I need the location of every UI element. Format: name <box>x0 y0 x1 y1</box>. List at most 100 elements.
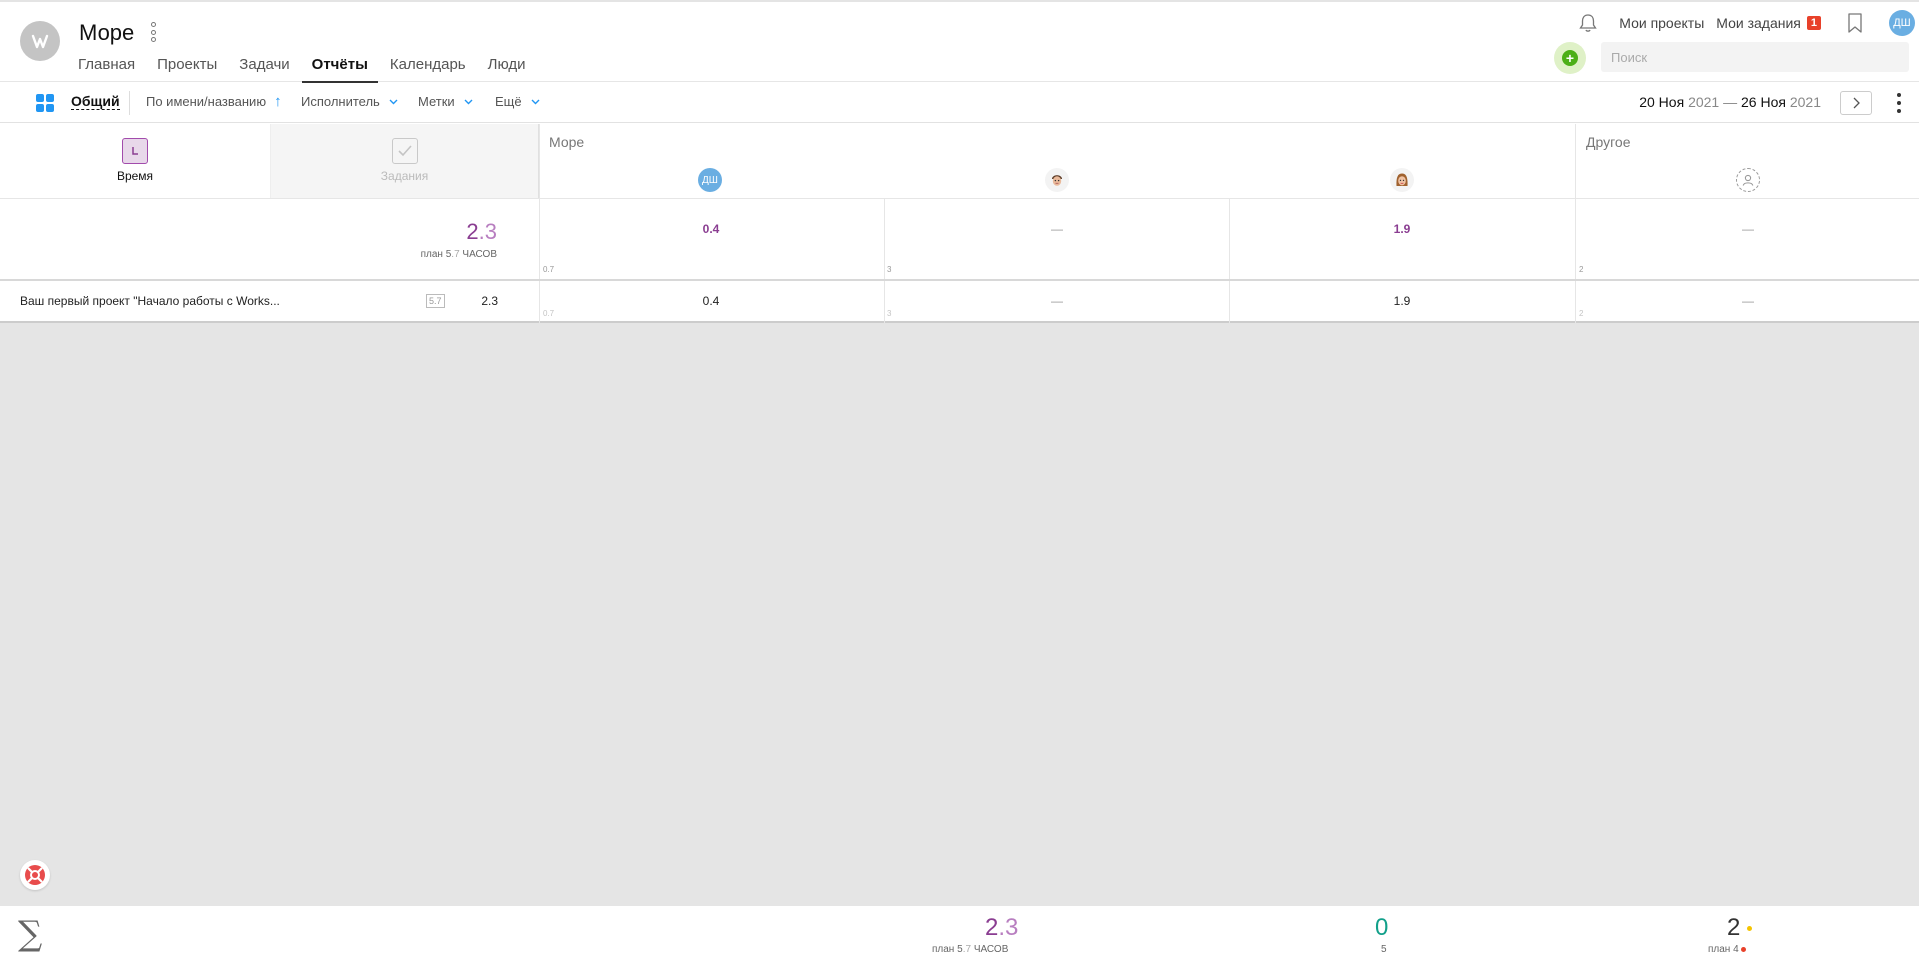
user-outline-icon <box>1742 174 1754 186</box>
toolbar-divider <box>129 91 130 115</box>
chevron-right-icon <box>1853 97 1860 109</box>
report-table: Время Задания Море Другое ДШ 2.3 план 5.… <box>0 124 1919 323</box>
nav-home[interactable]: Главная <box>68 54 145 83</box>
column-divider <box>1229 198 1230 323</box>
lifebuoy-icon <box>25 865 45 885</box>
project-total: 2.3 <box>481 294 498 308</box>
summary-cell-plan: 3 <box>887 265 892 274</box>
row-cell-value[interactable]: — <box>1718 294 1778 308</box>
more-options-icon[interactable] <box>1897 93 1901 113</box>
nav-people[interactable]: Люди <box>478 54 536 83</box>
date-separator: — <box>1723 94 1738 110</box>
summary-cell-value[interactable]: 0.4 <box>681 222 741 236</box>
user-avatar[interactable]: ДШ <box>1889 10 1915 36</box>
row-cell-value[interactable]: 1.9 <box>1372 294 1432 308</box>
my-tasks-link[interactable]: Мои задания <box>1716 15 1801 31</box>
status-dot-yellow <box>1747 926 1753 932</box>
footer-done: 0 <box>1375 914 1389 941</box>
summary-divider <box>0 279 1919 281</box>
date-from-year: 2021 <box>1688 94 1720 110</box>
empty-area <box>0 323 1919 906</box>
tags-filter[interactable]: Метки <box>418 94 473 109</box>
person-face-icon <box>1052 175 1062 186</box>
mode-tasks-label: Задания <box>380 169 429 183</box>
footer-tasks-plan: план 4 <box>1708 944 1747 955</box>
project-name[interactable]: Ваш первый проект "Начало работы с Works… <box>20 294 310 308</box>
unassigned-avatar[interactable] <box>1736 168 1760 192</box>
group-label-other: Другое <box>1586 134 1631 150</box>
nav-reports[interactable]: Отчёты <box>301 54 378 83</box>
header-right: Мои проекты Мои задания 1 ДШ <box>1577 10 1919 36</box>
tags-filter-label: Метки <box>418 94 455 109</box>
grid-view-icon[interactable] <box>36 94 54 112</box>
footer-hours-plan: план 5.7 ЧАСОВ <box>932 944 1009 955</box>
footer-done-sub: 5 <box>1381 944 1387 955</box>
more-filter[interactable]: Ещё <box>495 94 540 109</box>
chevron-down-icon <box>389 99 398 105</box>
column-divider <box>539 124 540 323</box>
nav-calendar[interactable]: Календарь <box>380 54 476 83</box>
footer-hours: 2.3 <box>985 914 1019 941</box>
bell-icon[interactable] <box>1577 12 1599 34</box>
sum-icon: ∑ <box>18 914 43 954</box>
main-nav: Главная Проекты Задачи Отчёты Календарь … <box>68 54 538 83</box>
totals-footer: ∑ 2.3 план 5.7 ЧАСОВ 0 5 2 план 4 <box>0 906 1919 963</box>
date-from-day: 20 Ноя <box>1639 94 1685 110</box>
mode-tasks-tab[interactable]: Задания <box>270 124 539 198</box>
row-cell-plan: 3 <box>887 309 892 318</box>
row-cell-plan: 0.7 <box>543 309 555 318</box>
user-column-avatar[interactable]: ДШ <box>698 168 722 192</box>
sort-label: По имени/названию <box>146 94 267 109</box>
worksection-logo-icon <box>31 34 49 49</box>
mode-time-tab[interactable]: Время <box>0 124 270 198</box>
status-dot-red <box>1741 946 1747 952</box>
chevron-down-icon <box>531 99 540 105</box>
view-selector[interactable]: Общий <box>71 93 120 110</box>
add-button[interactable]: + <box>1554 42 1586 74</box>
bookmark-icon[interactable] <box>1847 13 1863 33</box>
date-to-year: 2021 <box>1789 94 1821 110</box>
chevron-down-icon <box>464 99 473 105</box>
plus-icon: + <box>1562 50 1578 66</box>
my-projects-link[interactable]: Мои проекты <box>1619 15 1704 31</box>
workspace-logo[interactable] <box>20 21 60 61</box>
clock-icon <box>122 138 148 164</box>
summary-cell-value[interactable]: — <box>1027 222 1087 236</box>
workspace-name: Море <box>79 20 135 45</box>
assignee-filter-label: Исполнитель <box>301 94 380 109</box>
nav-projects[interactable]: Проекты <box>147 54 227 83</box>
total-plan: план 5.7 ЧАСОВ <box>420 249 497 260</box>
total-hours: 2.3 <box>466 219 497 244</box>
summary-cell-plan: 0.7 <box>543 265 555 274</box>
summary-cell-plan: 2 <box>1579 265 1584 274</box>
person-face-icon <box>1396 173 1408 186</box>
footer-tasks: 2 <box>1727 914 1753 942</box>
my-tasks-badge: 1 <box>1806 16 1821 30</box>
row-cell-value[interactable]: 0.4 <box>681 294 741 308</box>
workspace-menu-icon[interactable] <box>150 22 156 42</box>
date-to-day: 26 Ноя <box>1741 94 1786 110</box>
row-cell-value[interactable]: — <box>1027 294 1087 308</box>
column-divider <box>1575 124 1576 323</box>
summary-cell-value[interactable]: 1.9 <box>1372 222 1432 236</box>
sort-selector[interactable]: По имени/названию ↑ <box>146 92 282 110</box>
user-avatar-female[interactable] <box>1390 168 1414 192</box>
project-plan: 5.7 <box>426 294 445 308</box>
help-button[interactable] <box>20 860 50 890</box>
date-range[interactable]: 20 Ноя 2021 — 26 Ноя 2021 <box>1639 94 1821 110</box>
next-period-button[interactable] <box>1840 91 1872 115</box>
user-avatar-male[interactable] <box>1045 168 1069 192</box>
column-divider <box>884 198 885 323</box>
header-divider <box>0 198 1919 199</box>
summary-cell-value[interactable]: — <box>1718 222 1778 236</box>
mode-time-label: Время <box>116 169 154 183</box>
assignee-filter[interactable]: Исполнитель <box>301 94 398 109</box>
app-header: Море Главная Проекты Задачи Отчёты Кален… <box>0 2 1919 83</box>
more-filter-label: Ещё <box>495 94 522 109</box>
sort-asc-icon: ↑ <box>274 92 282 110</box>
search-input[interactable] <box>1601 42 1909 72</box>
row-cell-plan: 2 <box>1579 309 1584 318</box>
checkbox-icon <box>391 138 418 164</box>
group-label-main: Море <box>549 134 585 150</box>
nav-tasks[interactable]: Задачи <box>229 54 299 83</box>
